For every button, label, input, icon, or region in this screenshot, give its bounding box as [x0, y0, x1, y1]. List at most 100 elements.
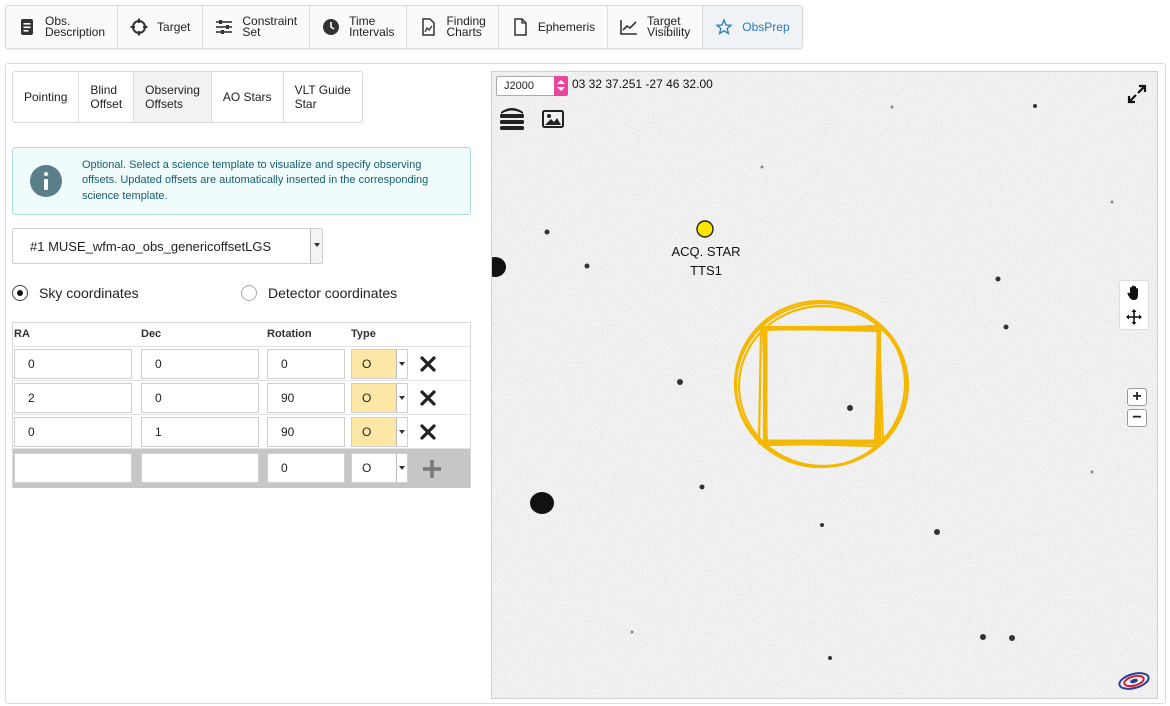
tab-label: Constraint Set [242, 14, 298, 39]
crosshair-icon [130, 18, 148, 36]
type-value: O [362, 357, 372, 371]
info-alert: Optional. Select a science template to v… [12, 147, 471, 215]
chevron-down-icon [396, 384, 407, 412]
acq-star-label: ACQ. STAR TTS1 [658, 242, 754, 280]
type-value: O [362, 461, 372, 475]
tab-label: Obs. Description [45, 14, 106, 39]
radio-checked-icon [12, 285, 28, 301]
close-icon[interactable] [419, 423, 437, 441]
type-value: O [362, 425, 372, 439]
layers-icon[interactable] [498, 105, 526, 133]
tab-label: Target [157, 19, 191, 34]
chart-file-icon [422, 18, 436, 36]
ra-input[interactable]: 2 [14, 383, 132, 413]
tool-group [1119, 280, 1149, 330]
file-icon [514, 18, 527, 36]
tab-label: Time Intervals [349, 14, 395, 39]
tab-pointing[interactable]: Pointing [13, 72, 80, 122]
offsets-table: RA Dec Rotation Type 0 0 0 O 2 0 90 O 0 … [12, 322, 471, 488]
acq-star-marker [696, 220, 714, 238]
chevron-updown-icon [554, 76, 568, 96]
rotation-input[interactable]: 0 [267, 349, 345, 379]
ra-input[interactable] [14, 453, 132, 483]
close-icon[interactable] [419, 389, 437, 407]
tab-obsprep[interactable]: ObsPrep [703, 6, 802, 48]
tab-blind-offset[interactable]: Blind Offset [79, 72, 135, 122]
table-row: 2 0 90 O [13, 380, 470, 414]
tab-constraint-set[interactable]: Constraint Set [203, 6, 311, 48]
info-text: Optional. Select a science template to v… [82, 158, 429, 202]
sky-viewer[interactable]: J2000 03 32 37.251 -27 46 32.00 + − ACQ.… [491, 71, 1158, 699]
chevron-down-icon [396, 454, 407, 482]
dec-input[interactable]: 0 [141, 383, 259, 413]
info-icon [30, 165, 62, 197]
zoom-out-button[interactable]: − [1127, 409, 1147, 427]
clock-icon [323, 19, 340, 35]
plus-icon[interactable] [421, 458, 443, 480]
zoom-controls: + − [1127, 388, 1147, 430]
dec-input[interactable]: 1 [141, 417, 259, 447]
new-offset-row: 0 O [13, 448, 470, 488]
line-chart-icon [620, 20, 638, 35]
move-tool[interactable] [1120, 305, 1148, 329]
expand-icon[interactable] [1127, 84, 1147, 104]
chevron-down-icon [396, 418, 407, 446]
frame-select[interactable]: J2000 [496, 76, 568, 96]
top-tab-bar: Obs. Description Target Constraint Set T… [5, 5, 803, 49]
detector-coordinates-label: Detector coordinates [268, 285, 398, 301]
radio-unchecked-icon [241, 285, 257, 301]
pan-tool[interactable] [1120, 281, 1148, 305]
cursor-coordinates: 03 32 37.251 -27 46 32.00 [572, 77, 713, 91]
rotation-input[interactable]: 90 [267, 383, 345, 413]
column-header-type: Type [351, 328, 376, 340]
acq-star-name: TTS1 [690, 263, 722, 278]
tab-vlt-guide-star[interactable]: VLT Guide Star [284, 72, 362, 122]
chevron-down-icon [396, 350, 407, 378]
ra-input[interactable]: 0 [14, 417, 132, 447]
rotation-input[interactable]: 0 [267, 453, 345, 483]
image-icon[interactable] [542, 110, 564, 128]
tab-time-intervals[interactable]: Time Intervals [310, 6, 408, 48]
tab-ephemeris[interactable]: Ephemeris [499, 6, 609, 48]
type-select[interactable]: O [351, 417, 408, 447]
galaxy-logo-icon [1118, 672, 1150, 690]
tab-label: Ephemeris [537, 19, 596, 34]
tab-label: Finding Charts [446, 14, 486, 39]
frame-value: J2000 [504, 80, 534, 92]
document-icon [21, 19, 33, 35]
zoom-in-button[interactable]: + [1127, 388, 1147, 406]
detector-coordinates-radio[interactable]: Detector coordinates [241, 285, 397, 301]
type-value: O [362, 391, 372, 405]
tab-label: ObsPrep [742, 19, 790, 34]
tab-finding-charts[interactable]: Finding Charts [407, 6, 499, 48]
type-select[interactable]: O [351, 383, 408, 413]
tab-label: Target Visibility [647, 14, 691, 39]
tab-target-visibility[interactable]: Target Visibility [608, 6, 704, 48]
tab-obs-description[interactable]: Obs. Description [6, 6, 119, 48]
star-icon [715, 18, 733, 35]
column-header-ra: RA [14, 328, 30, 340]
ra-input[interactable]: 0 [14, 349, 132, 379]
pan-hand-icon [1127, 285, 1138, 300]
column-header-rotation: Rotation [267, 328, 312, 340]
tab-observing-offsets[interactable]: Observing Offsets [134, 72, 212, 122]
column-header-dec: Dec [141, 328, 162, 340]
rotation-input[interactable]: 90 [267, 417, 345, 447]
template-select-value: #1 MUSE_wfm-ao_obs_genericoffsetLGS [30, 238, 272, 254]
type-select[interactable]: O [351, 349, 408, 379]
dec-input[interactable] [141, 453, 259, 483]
tab-ao-stars[interactable]: AO Stars [212, 72, 284, 122]
tab-target[interactable]: Target [118, 6, 204, 48]
sliders-icon [216, 20, 233, 34]
dec-input[interactable]: 0 [141, 349, 259, 379]
acq-star-title: ACQ. STAR [671, 244, 741, 259]
chevron-down-icon [310, 229, 322, 263]
template-select[interactable]: #1 MUSE_wfm-ao_obs_genericoffsetLGS [12, 228, 323, 264]
table-row: 0 1 90 O [13, 414, 470, 448]
close-icon[interactable] [419, 355, 437, 373]
table-row: 0 0 0 O [13, 346, 470, 380]
type-select[interactable]: O [351, 453, 408, 483]
sky-coordinates-label: Sky coordinates [39, 285, 139, 301]
sky-image [492, 72, 1157, 698]
sky-coordinates-radio[interactable]: Sky coordinates [12, 285, 139, 301]
